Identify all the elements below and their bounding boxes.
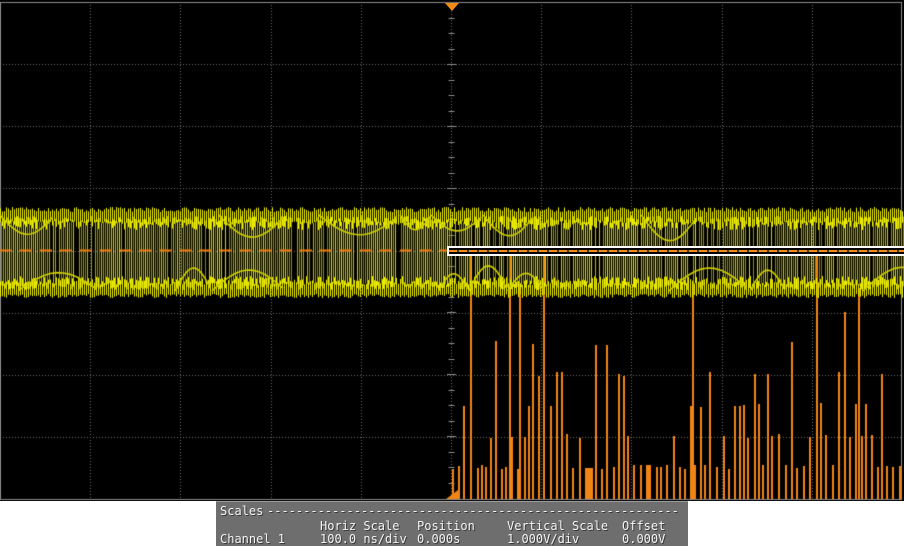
channel1-position-value: 0.000s bbox=[417, 533, 460, 545]
bus-marker-bar bbox=[447, 246, 904, 256]
scales-panel: Scales ---------------------------------… bbox=[216, 501, 688, 546]
scales-title: Scales bbox=[220, 505, 263, 517]
header-offset: Offset bbox=[622, 520, 665, 532]
channel1-offset-value: 0.000V bbox=[622, 533, 665, 545]
channel1-horiz-scale-value: 100.0 ns/div bbox=[320, 533, 407, 545]
channel1-label: Channel 1 bbox=[220, 533, 285, 545]
scales-divider: ----------------------------------------… bbox=[267, 505, 679, 517]
header-vertical-scale: Vertical Scale bbox=[507, 520, 608, 532]
status-strip: Scales ---------------------------------… bbox=[0, 501, 904, 546]
header-horiz-scale: Horiz Scale bbox=[320, 520, 399, 532]
channel1-vertical-scale-value: 1.000V/div bbox=[507, 533, 579, 545]
trigger-marker-icon[interactable] bbox=[445, 3, 459, 11]
header-position: Position bbox=[417, 520, 475, 532]
scope-display bbox=[0, 0, 904, 501]
bus-marker-line bbox=[449, 250, 904, 252]
oscilloscope-screen: Scales ---------------------------------… bbox=[0, 0, 904, 546]
